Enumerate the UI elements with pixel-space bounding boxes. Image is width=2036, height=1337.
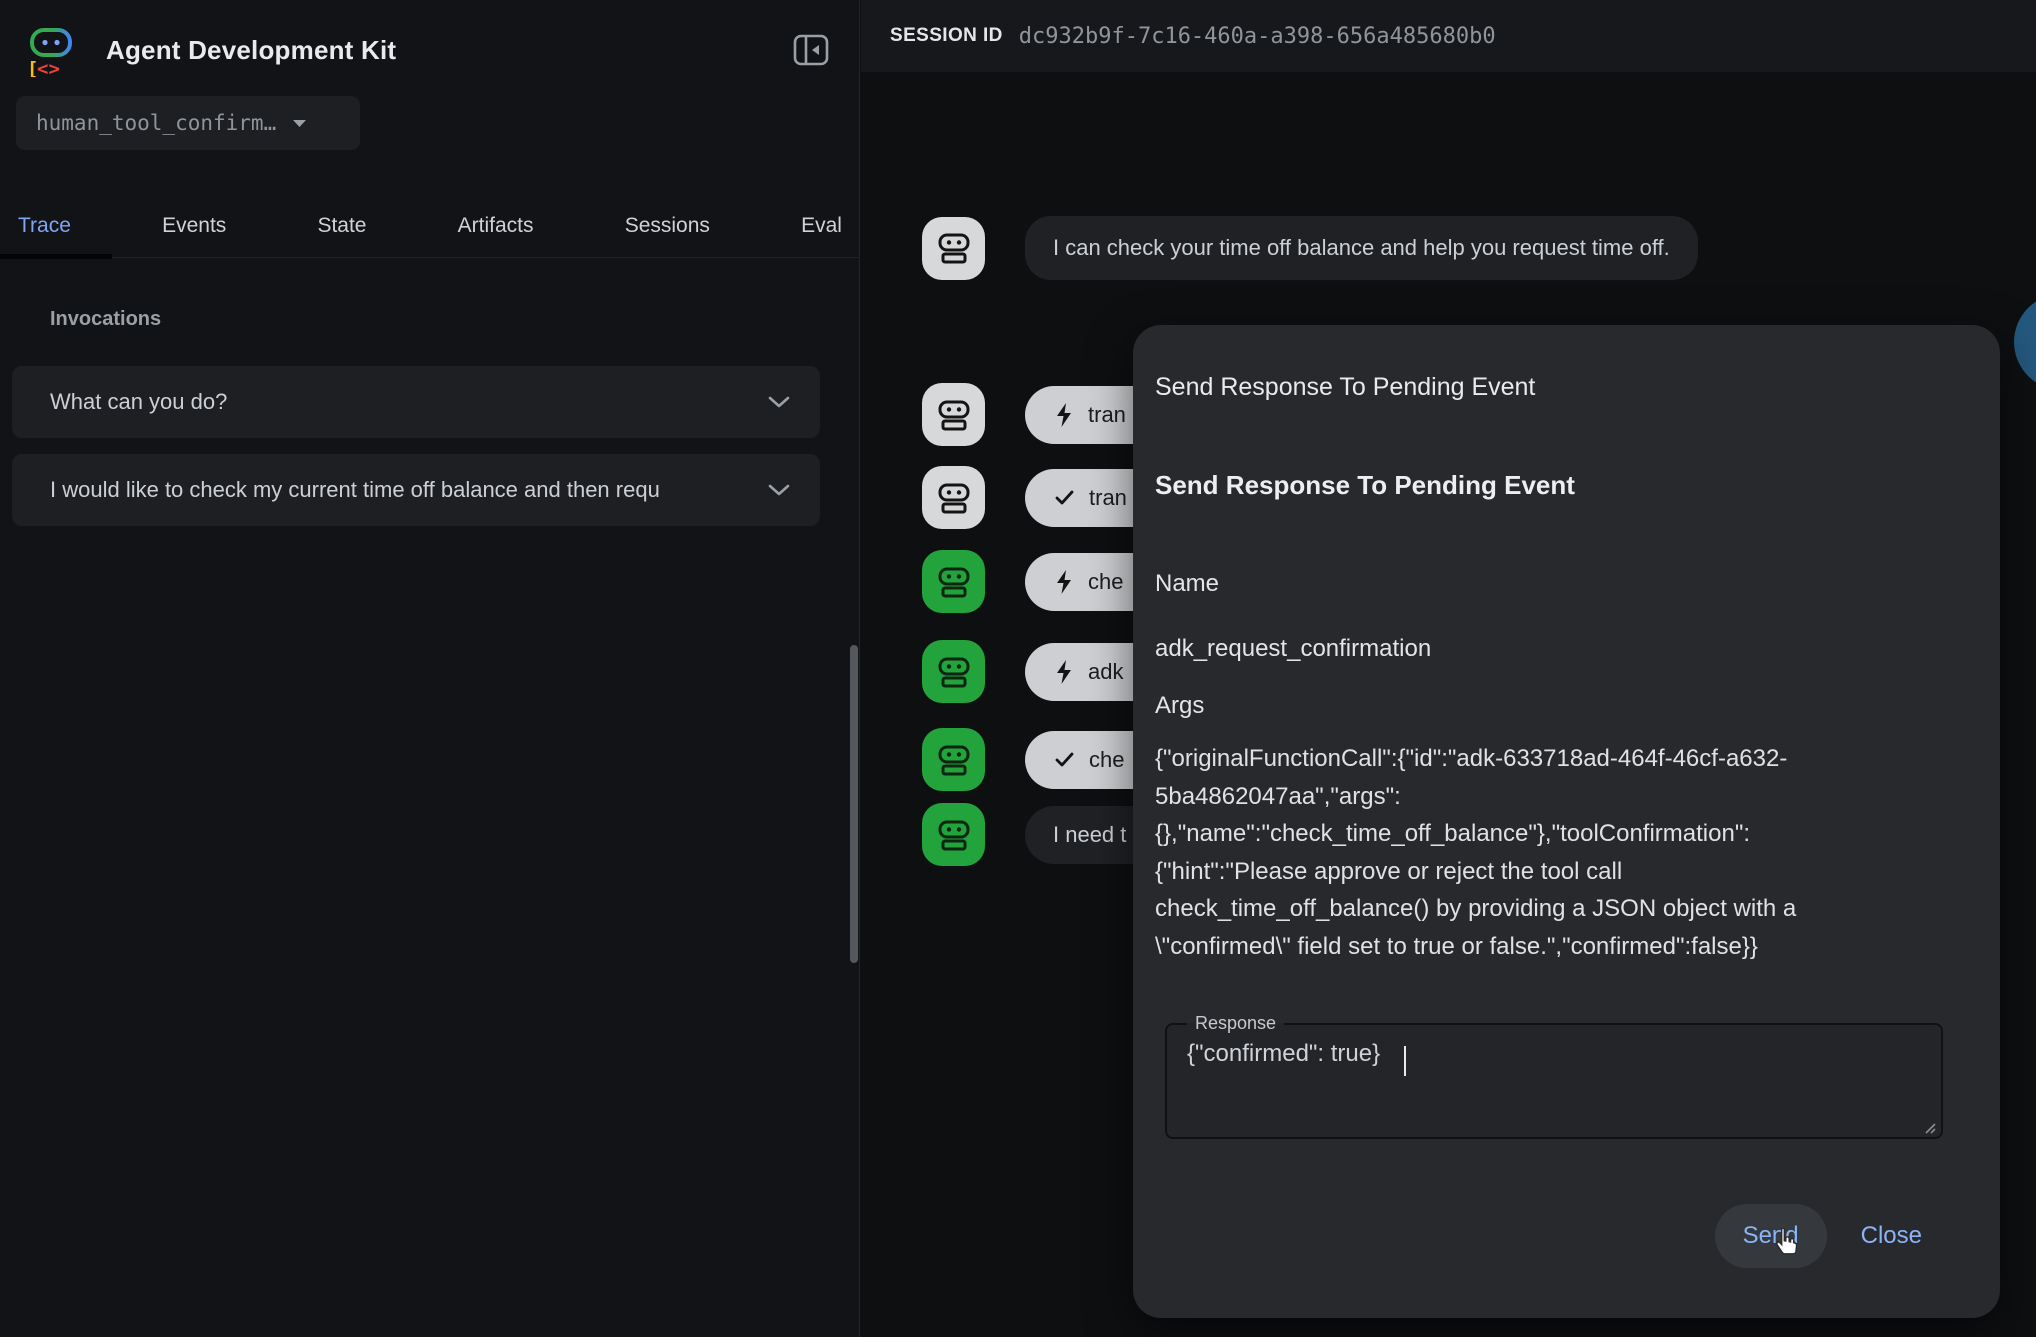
bolt-icon	[1055, 660, 1073, 684]
text-cursor	[1404, 1046, 1406, 1076]
sidebar: [ <> Agent Development Kit human_tool_co…	[0, 0, 860, 1337]
name-label: Name	[1155, 570, 1219, 598]
bot-avatar	[922, 383, 985, 446]
event-chip-label: adk	[1088, 659, 1123, 685]
tab-state[interactable]: State	[317, 214, 366, 238]
args-json-line: {},"name":"check_time_off_balance"},"too…	[1155, 815, 1955, 853]
invocation-text: I would like to check my current time of…	[50, 477, 768, 503]
args-json-line: \"confirmed\" field set to true or false…	[1155, 928, 1955, 966]
app-title: Agent Development Kit	[106, 35, 396, 66]
robot-icon	[936, 817, 972, 853]
agent-select-value: human_tool_confirm…	[36, 111, 276, 135]
chevron-down-icon	[768, 396, 790, 408]
invocation-text: What can you do?	[50, 389, 768, 415]
send-button[interactable]: Send	[1715, 1204, 1827, 1268]
tab-events[interactable]: Events	[162, 214, 226, 238]
invocation-item[interactable]: What can you do?	[12, 366, 820, 438]
tab-bar: Trace Events State Artifacts Sessions Ev…	[0, 194, 860, 258]
args-json-line: check_time_off_balance() by providing a …	[1155, 890, 1955, 928]
tab-eval[interactable]: Eval	[801, 214, 842, 238]
tab-trace[interactable]: Trace	[18, 214, 71, 238]
bot-avatar	[922, 217, 985, 280]
dialog-actions: Send Close	[1715, 1204, 1950, 1268]
chevron-down-icon	[768, 484, 790, 496]
event-chip-label: che	[1089, 747, 1124, 773]
session-id-label: SESSION ID	[890, 25, 1003, 47]
dialog-title: Send Response To Pending Event	[1155, 373, 1535, 402]
args-json-line: 5ba4862047aa","args":	[1155, 778, 1955, 816]
sidebar-header: [ <> Agent Development Kit	[24, 20, 839, 80]
robot-icon	[936, 564, 972, 600]
check-icon	[1055, 490, 1074, 505]
chat-message-row: I can check your time off balance and he…	[922, 216, 1698, 280]
adk-logo-icon: [ <>	[24, 23, 78, 77]
bolt-icon	[1055, 570, 1073, 594]
name-value: adk_request_confirmation	[1155, 635, 1431, 663]
chat-bubble: I can check your time off balance and he…	[1025, 216, 1698, 280]
bot-avatar	[922, 466, 985, 529]
bot-avatar	[922, 550, 985, 613]
robot-icon	[936, 397, 972, 433]
chevron-down-icon	[292, 119, 307, 128]
args-json-line: {"originalFunctionCall":{"id":"adk-63371…	[1155, 740, 1955, 778]
session-header: SESSION ID dc932b9f-7c16-460a-a398-656a4…	[861, 0, 2036, 72]
send-response-dialog: Send Response To Pending Event Send Resp…	[1133, 325, 2000, 1318]
resize-handle-icon[interactable]	[1922, 1120, 1936, 1134]
event-chip-label: tran	[1089, 485, 1127, 511]
robot-icon	[936, 654, 972, 690]
args-json-line: {"hint":"Please approve or reject the to…	[1155, 853, 1955, 891]
event-chip-label: tran	[1088, 402, 1126, 428]
invocation-item[interactable]: I would like to check my current time of…	[12, 454, 820, 526]
bolt-icon	[1055, 403, 1073, 427]
robot-icon	[936, 480, 972, 516]
robot-icon	[936, 230, 972, 266]
session-id-value: dc932b9f-7c16-460a-a398-656a485680b0	[1019, 24, 1496, 49]
active-tab-indicator	[0, 254, 112, 259]
response-input[interactable]: {"confirmed": true}	[1167, 1030, 1941, 1134]
bot-avatar	[922, 728, 985, 791]
tab-sessions[interactable]: Sessions	[625, 214, 710, 238]
close-button[interactable]: Close	[1833, 1204, 1950, 1268]
tab-artifacts[interactable]: Artifacts	[458, 214, 534, 238]
response-field: Response {"confirmed": true}	[1165, 1013, 1943, 1139]
sidebar-scrollbar[interactable]	[850, 645, 858, 963]
dialog-subtitle: Send Response To Pending Event	[1155, 470, 1575, 501]
svg-text:<>: <>	[37, 58, 60, 77]
collapse-panel-icon[interactable]	[791, 30, 831, 70]
agent-select-dropdown[interactable]: human_tool_confirm…	[16, 96, 360, 150]
robot-icon	[936, 742, 972, 778]
bot-avatar	[922, 640, 985, 703]
check-icon	[1055, 752, 1074, 767]
mouse-pointer-icon	[1772, 1226, 1802, 1260]
event-chip-label: che	[1088, 569, 1123, 595]
bot-avatar	[922, 803, 985, 866]
args-json: {"originalFunctionCall":{"id":"adk-63371…	[1155, 740, 1955, 965]
args-label: Args	[1155, 692, 1204, 720]
invocations-heading: Invocations	[50, 308, 161, 331]
